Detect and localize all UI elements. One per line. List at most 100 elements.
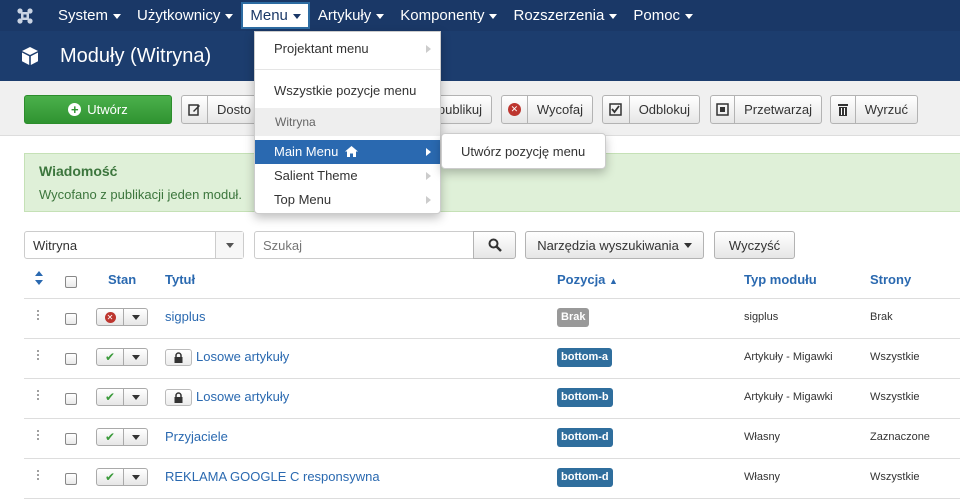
drag-handle-icon[interactable] [36, 349, 40, 361]
lock-icon[interactable] [165, 389, 192, 406]
nav-extensions[interactable]: Rozszerzenia [505, 0, 625, 31]
state-toggle[interactable]: ✔ [96, 428, 148, 446]
state-toggle[interactable]: ✔ [96, 388, 148, 406]
column-header-type[interactable]: Typ modułu [744, 272, 817, 287]
module-type: sigplus [744, 311, 779, 323]
module-title-link[interactable]: REKLAMA GOOGLE C responsywna [165, 469, 380, 484]
search-tools-button[interactable]: Narzędzia wyszukiwania [525, 231, 704, 259]
nav-components[interactable]: Komponenty [392, 0, 505, 31]
state-toggle[interactable]: ✕ [96, 308, 148, 326]
row-checkbox[interactable] [65, 353, 77, 365]
table-row: ✕ sigplus Brak sigplus Brak [24, 299, 960, 339]
module-title-link[interactable]: Losowe artykuły [196, 349, 289, 364]
clear-button[interactable]: Wyczyść [714, 231, 795, 259]
caret-down-icon [292, 14, 301, 19]
search-button[interactable] [473, 231, 516, 259]
column-header-position-label: Pozycja [557, 272, 606, 287]
module-pages: Zaznaczone [870, 431, 930, 443]
column-header-pages[interactable]: Strony [870, 272, 911, 287]
menu-item-top-menu[interactable]: Top Menu [255, 188, 440, 212]
module-pages: Wszystkie [870, 351, 920, 363]
column-header-position[interactable]: Pozycja ▲ [557, 272, 618, 287]
row-checkbox[interactable] [65, 473, 77, 485]
published-check-icon[interactable]: ✔ [96, 388, 124, 406]
nav-system-label: System [58, 7, 109, 24]
state-toggle[interactable]: ✔ [96, 468, 148, 486]
nav-users-label: Użytkownicy [137, 7, 221, 24]
unpublished-icon[interactable]: ✕ [96, 308, 124, 326]
batch-button[interactable]: Przetwarzaj [710, 95, 822, 124]
trash-button[interactable]: Wyrzuć [830, 95, 918, 124]
chevron-right-icon [426, 172, 431, 180]
batch-button-label: Przetwarzaj [744, 102, 812, 117]
edit-button[interactable]: Dosto [181, 95, 261, 124]
unpublish-button[interactable]: ✕ Wycofaj [501, 95, 593, 124]
trash-button-label: Wyrzuć [864, 102, 908, 117]
clear-button-label: Wyczyść [728, 237, 781, 253]
unpublish-button-label: Wycofaj [536, 102, 583, 117]
trash-icon [831, 96, 856, 123]
position-badge: bottom-d [557, 428, 613, 447]
drag-handle-icon[interactable] [36, 389, 40, 401]
drag-handle-icon[interactable] [36, 309, 40, 321]
menu-item-all-items-label: Wszystkie pozycje menu [274, 83, 417, 98]
main-menu-submenu: Utwórz pozycję menu [441, 133, 606, 169]
sort-ordering-icon[interactable] [34, 271, 44, 288]
menu-item-top-menu-label: Top Menu [274, 192, 332, 207]
client-select[interactable]: Witryna [24, 231, 244, 259]
table-row: ✔ REKLAMA GOOGLE C responsywna bottom-d … [24, 459, 960, 499]
menu-item-main-menu[interactable]: Main Menu [255, 140, 440, 164]
table-row: ✔ Przyjaciele bottom-d Własny Zaznaczone [24, 419, 960, 459]
drag-handle-icon[interactable] [36, 429, 40, 441]
row-checkbox[interactable] [65, 313, 77, 325]
nav-users[interactable]: Użytkownicy [129, 0, 241, 31]
published-check-icon[interactable]: ✔ [96, 428, 124, 446]
drag-handle-icon[interactable] [36, 469, 40, 481]
module-type: Artykuły - Migawki [744, 351, 833, 363]
submenu-item-new-menu-item[interactable]: Utwórz pozycję menu [442, 141, 605, 163]
chevron-right-icon [426, 45, 431, 53]
published-check-icon[interactable]: ✔ [96, 348, 124, 366]
create-button[interactable]: + Utwórz [24, 95, 172, 124]
client-select-value: Witryna [33, 238, 78, 253]
alert-title: Wiadomość [39, 163, 118, 179]
joomla-logo-icon[interactable] [0, 0, 50, 31]
column-header-state[interactable]: Stan [108, 272, 136, 287]
nav-menu-label: Menu [250, 7, 288, 24]
search-tools-label: Narzędzia wyszukiwania [537, 237, 679, 253]
select-all-checkbox[interactable] [65, 276, 77, 288]
checkin-button[interactable]: Odblokuj [602, 95, 700, 124]
nav-extensions-label: Rozszerzenia [513, 7, 605, 24]
row-actions-dropdown[interactable] [124, 308, 148, 326]
nav-help[interactable]: Pomoc [625, 0, 701, 31]
nav-articles[interactable]: Artykuły [310, 0, 392, 31]
nav-menu[interactable]: Menu [241, 2, 310, 29]
search-input[interactable] [254, 231, 474, 259]
menu-dropdown: Projektant menu Wszystkie pozycje menu W… [254, 31, 441, 214]
row-checkbox[interactable] [65, 433, 77, 445]
column-header-title[interactable]: Tytuł [165, 272, 195, 287]
lock-icon[interactable] [165, 349, 192, 366]
row-actions-dropdown[interactable] [124, 428, 148, 446]
menu-item-all-items[interactable]: Wszystkie pozycje menu [255, 79, 440, 103]
module-title-link[interactable]: sigplus [165, 309, 205, 324]
nav-system[interactable]: System [50, 0, 129, 31]
module-type: Własny [744, 471, 781, 483]
published-check-icon[interactable]: ✔ [96, 468, 124, 486]
caret-down-icon [225, 14, 234, 19]
module-title-link[interactable]: Losowe artykuły [196, 389, 289, 404]
module-type: Artykuły - Migawki [744, 391, 833, 403]
row-actions-dropdown[interactable] [124, 388, 148, 406]
menu-item-salient-theme[interactable]: Salient Theme [255, 164, 440, 188]
module-pages: Brak [870, 311, 893, 323]
toolbar: + Utwórz Dosto publikuj ✕ Wycofaj Odblok… [0, 81, 960, 136]
page-title: Moduły (Witryna) [60, 44, 212, 67]
row-actions-dropdown[interactable] [124, 468, 148, 486]
state-toggle[interactable]: ✔ [96, 348, 148, 366]
menu-item-manager[interactable]: Projektant menu [255, 37, 440, 61]
module-title-link[interactable]: Przyjaciele [165, 429, 228, 444]
caret-down-icon [609, 14, 618, 19]
row-checkbox[interactable] [65, 393, 77, 405]
position-badge: bottom-d [557, 468, 613, 487]
row-actions-dropdown[interactable] [124, 348, 148, 366]
